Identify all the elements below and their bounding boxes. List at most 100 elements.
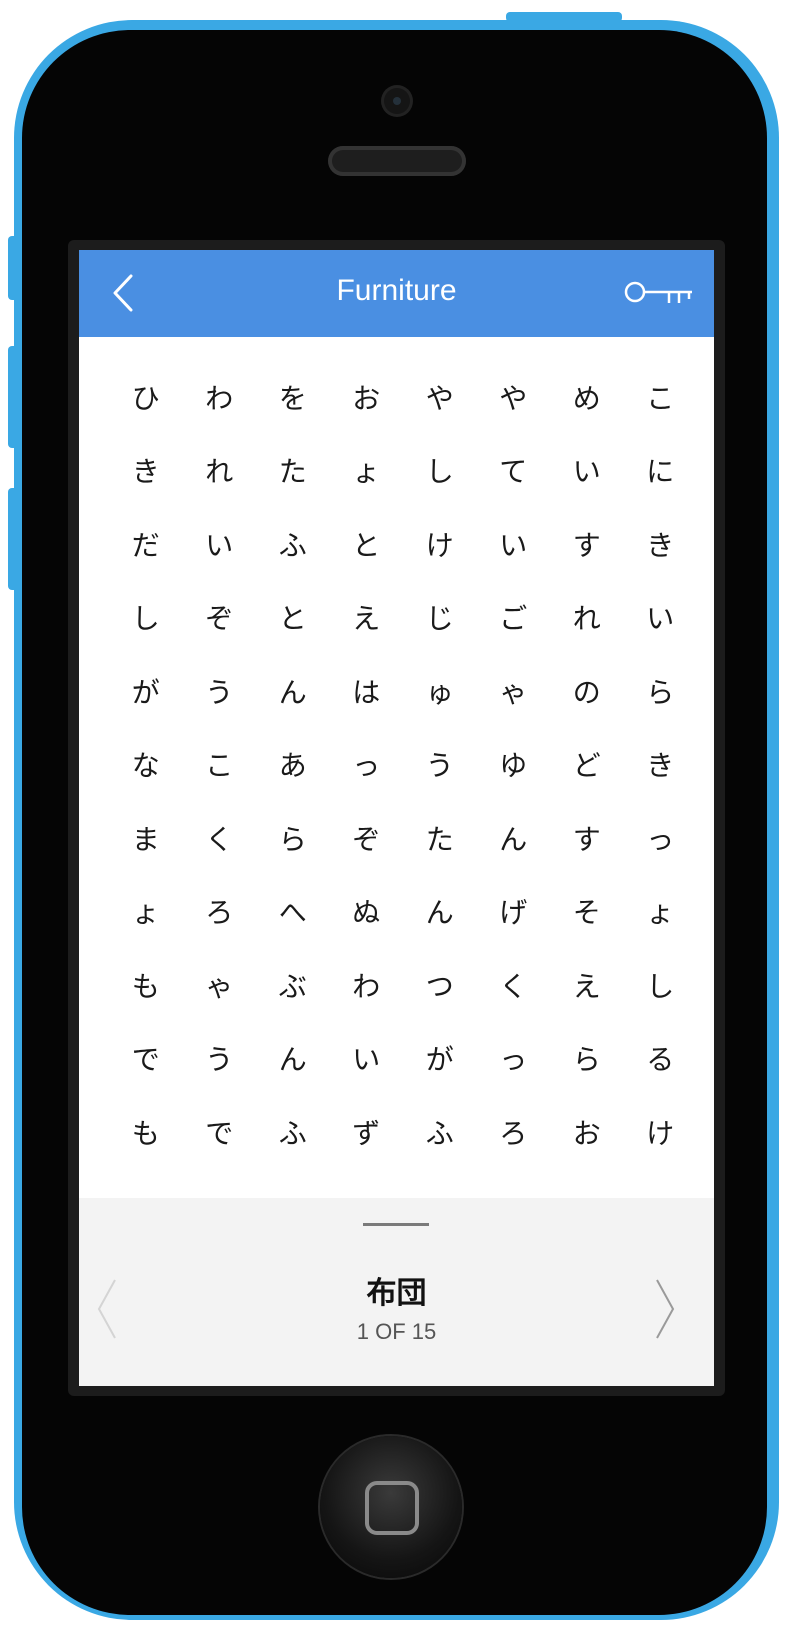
phone-top-button bbox=[506, 12, 622, 22]
panel-handle[interactable] bbox=[363, 1223, 429, 1226]
grid-cell[interactable]: て bbox=[477, 434, 551, 508]
grid-cell[interactable]: ん bbox=[256, 1022, 330, 1096]
grid-cell[interactable]: じ bbox=[403, 581, 477, 655]
chevron-left-icon bbox=[113, 274, 133, 312]
grid-cell[interactable]: な bbox=[109, 728, 183, 802]
grid-cell[interactable]: た bbox=[403, 801, 477, 875]
grid-cell[interactable]: ら bbox=[624, 654, 698, 728]
grid-cell[interactable]: ゃ bbox=[183, 948, 257, 1022]
grid-cell[interactable]: ご bbox=[477, 581, 551, 655]
earpiece-speaker bbox=[328, 146, 466, 176]
grid-cell[interactable]: と bbox=[330, 507, 404, 581]
grid-cell[interactable]: き bbox=[624, 728, 698, 802]
grid-cell[interactable]: お bbox=[550, 1095, 624, 1169]
grid-cell[interactable]: ん bbox=[256, 654, 330, 728]
grid-cell[interactable]: け bbox=[624, 1095, 698, 1169]
grid-cell[interactable]: と bbox=[256, 581, 330, 655]
grid-cell[interactable]: ょ bbox=[330, 434, 404, 508]
grid-cell[interactable]: う bbox=[183, 654, 257, 728]
grid-cell[interactable]: き bbox=[624, 507, 698, 581]
grid-cell[interactable]: れ bbox=[183, 434, 257, 508]
grid-cell[interactable]: ゃ bbox=[477, 654, 551, 728]
grid-cell[interactable]: ず bbox=[330, 1095, 404, 1169]
grid-cell[interactable]: く bbox=[183, 801, 257, 875]
grid-cell[interactable]: で bbox=[183, 1095, 257, 1169]
grid-cell[interactable]: ん bbox=[477, 801, 551, 875]
grid-cell[interactable]: ょ bbox=[109, 875, 183, 949]
grid-cell[interactable]: ま bbox=[109, 801, 183, 875]
grid-cell[interactable]: が bbox=[403, 1022, 477, 1096]
grid-cell[interactable]: ぶ bbox=[256, 948, 330, 1022]
grid-cell[interactable]: え bbox=[330, 581, 404, 655]
grid-cell[interactable]: ひ bbox=[109, 360, 183, 434]
grid-cell[interactable]: ぬ bbox=[330, 875, 404, 949]
grid-cell[interactable]: く bbox=[477, 948, 551, 1022]
grid-cell[interactable]: げ bbox=[477, 875, 551, 949]
grid-cell[interactable]: れ bbox=[550, 581, 624, 655]
grid-cell[interactable]: ぞ bbox=[330, 801, 404, 875]
grid-cell[interactable]: に bbox=[624, 434, 698, 508]
grid-cell[interactable]: え bbox=[550, 948, 624, 1022]
grid-cell[interactable]: ろ bbox=[477, 1095, 551, 1169]
grid-cell[interactable]: ら bbox=[256, 801, 330, 875]
grid-cell[interactable]: こ bbox=[624, 360, 698, 434]
grid-cell[interactable]: を bbox=[256, 360, 330, 434]
grid-cell[interactable]: ゅ bbox=[403, 654, 477, 728]
grid-cell[interactable]: し bbox=[109, 581, 183, 655]
grid-cell[interactable]: ど bbox=[550, 728, 624, 802]
app-screen: Furniture ひわをおややめこきれたょしていにだいふとけいすきしぞとえじご… bbox=[79, 250, 714, 1386]
grid-cell[interactable]: わ bbox=[183, 360, 257, 434]
grid-cell[interactable]: ふ bbox=[403, 1095, 477, 1169]
grid-cell[interactable]: つ bbox=[403, 948, 477, 1022]
grid-cell[interactable]: は bbox=[330, 654, 404, 728]
grid-cell[interactable]: の bbox=[550, 654, 624, 728]
grid-cell[interactable]: い bbox=[550, 434, 624, 508]
grid-cell[interactable]: や bbox=[403, 360, 477, 434]
phone-volume-up bbox=[8, 346, 18, 448]
grid-cell[interactable]: い bbox=[624, 581, 698, 655]
grid-cell[interactable]: っ bbox=[624, 801, 698, 875]
grid-cell[interactable]: ん bbox=[403, 875, 477, 949]
grid-cell[interactable]: ろ bbox=[183, 875, 257, 949]
grid-cell[interactable]: し bbox=[624, 948, 698, 1022]
answer-key-button[interactable] bbox=[623, 281, 695, 307]
grid-cell[interactable]: っ bbox=[477, 1022, 551, 1096]
grid-cell[interactable]: ら bbox=[550, 1022, 624, 1096]
grid-cell[interactable]: が bbox=[109, 654, 183, 728]
grid-cell[interactable]: る bbox=[624, 1022, 698, 1096]
grid-cell[interactable]: い bbox=[330, 1022, 404, 1096]
grid-cell[interactable]: め bbox=[550, 360, 624, 434]
grid-cell[interactable]: た bbox=[256, 434, 330, 508]
grid-cell[interactable]: き bbox=[109, 434, 183, 508]
grid-cell[interactable]: い bbox=[183, 507, 257, 581]
back-button[interactable] bbox=[105, 270, 145, 316]
grid-cell[interactable]: で bbox=[109, 1022, 183, 1096]
grid-cell[interactable]: わ bbox=[330, 948, 404, 1022]
grid-cell[interactable]: や bbox=[477, 360, 551, 434]
grid-cell[interactable]: ふ bbox=[256, 507, 330, 581]
grid-cell[interactable]: ふ bbox=[256, 1095, 330, 1169]
grid-cell[interactable]: っ bbox=[330, 728, 404, 802]
next-word-button[interactable] bbox=[649, 1276, 679, 1342]
phone-volume-down bbox=[8, 488, 18, 590]
grid-cell[interactable]: そ bbox=[550, 875, 624, 949]
grid-cell[interactable]: し bbox=[403, 434, 477, 508]
grid-cell[interactable]: へ bbox=[256, 875, 330, 949]
grid-cell[interactable]: だ bbox=[109, 507, 183, 581]
grid-cell[interactable]: け bbox=[403, 507, 477, 581]
grid-cell[interactable]: す bbox=[550, 507, 624, 581]
grid-cell[interactable]: も bbox=[109, 1095, 183, 1169]
grid-cell[interactable]: す bbox=[550, 801, 624, 875]
home-button[interactable] bbox=[320, 1436, 462, 1578]
grid-cell[interactable]: お bbox=[330, 360, 404, 434]
grid-cell[interactable]: ぞ bbox=[183, 581, 257, 655]
grid-cell[interactable]: う bbox=[183, 1022, 257, 1096]
grid-cell[interactable]: う bbox=[403, 728, 477, 802]
grid-cell[interactable]: も bbox=[109, 948, 183, 1022]
grid-cell[interactable]: ょ bbox=[624, 875, 698, 949]
grid-cell[interactable]: ゆ bbox=[477, 728, 551, 802]
word-panel: 布団 1 OF 15 bbox=[79, 1198, 714, 1386]
grid-cell[interactable]: い bbox=[477, 507, 551, 581]
grid-cell[interactable]: こ bbox=[183, 728, 257, 802]
grid-cell[interactable]: あ bbox=[256, 728, 330, 802]
